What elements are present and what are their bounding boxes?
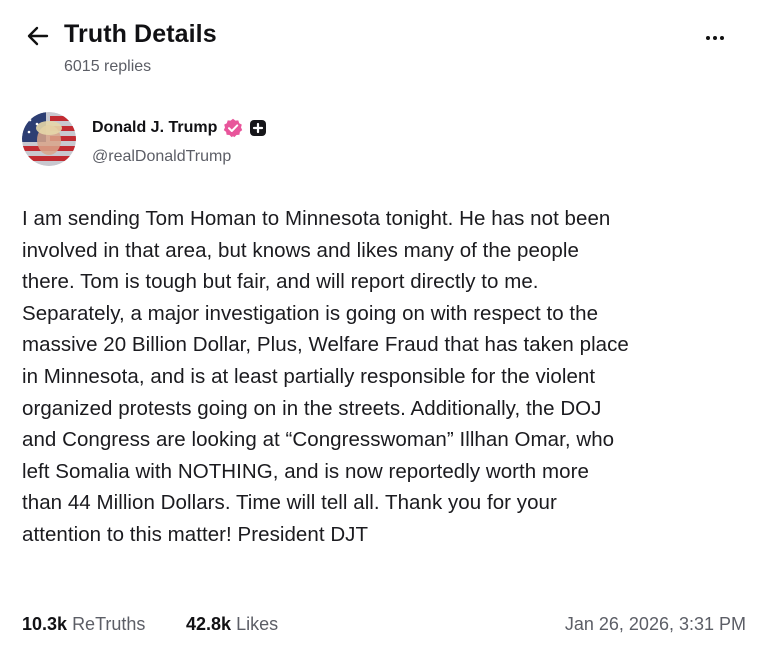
arrow-left-icon (27, 26, 49, 46)
plus-badge-icon (250, 120, 267, 136)
replies-count: 6015 replies (64, 58, 152, 75)
post-timestamp: Jan 26, 2026, 3:31 PM (564, 614, 746, 634)
more-options-button[interactable] (700, 28, 730, 48)
truth-details-page: Truth Details 6015 replies Donald J. Tru… (0, 0, 768, 659)
avatar-image (22, 112, 76, 166)
header: Truth Details 6015 replies (20, 18, 748, 82)
likes-count: 42.8k (186, 614, 232, 634)
author-name[interactable]: Donald J. Trump (92, 119, 217, 137)
back-button[interactable] (24, 22, 52, 50)
retruths-stat[interactable]: 10.3k ReTruths (22, 614, 145, 635)
avatar[interactable] (22, 112, 76, 166)
page-title: Truth Details (64, 20, 217, 48)
post-stats: 10.3k ReTruths 42.8k Likes Jan 26, 2026,… (22, 614, 746, 640)
author-name-row: Donald J. Trump (92, 118, 267, 138)
author-handle[interactable]: @realDonaldTrump (92, 148, 231, 166)
post-body: I am sending Tom Homan to Minnesota toni… (22, 207, 629, 546)
author-row: Donald J. Trump @realDonaldTrump (22, 112, 748, 170)
likes-label: Likes (236, 614, 279, 634)
retruths-count: 10.3k (22, 614, 68, 634)
likes-stat[interactable]: 42.8k Likes (186, 614, 278, 635)
verified-badge-icon (224, 118, 243, 138)
more-horizontal-icon (706, 36, 710, 40)
retruths-label: ReTruths (72, 614, 146, 634)
